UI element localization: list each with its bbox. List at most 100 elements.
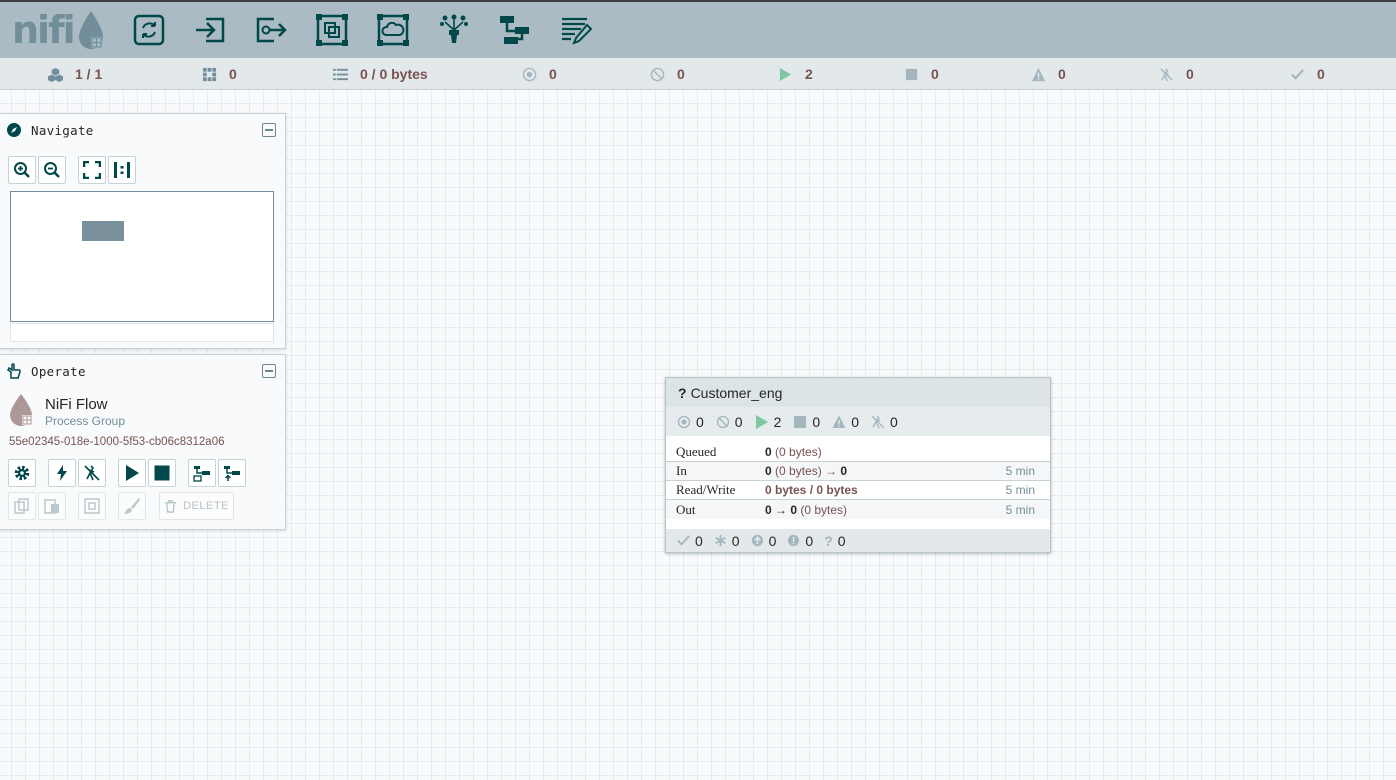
stop-button[interactable] xyxy=(148,459,176,487)
processor-icon xyxy=(133,14,165,46)
process-group-versions: 0 0 0 0 ? 0 xyxy=(666,529,1050,552)
navigate-panel: Navigate xyxy=(0,113,286,349)
start-button[interactable] xyxy=(118,459,146,487)
cubes-icon xyxy=(47,66,63,82)
logo-drop-icon xyxy=(78,11,103,49)
pg-invalid: 0 xyxy=(832,414,859,430)
running-value: 2 xyxy=(805,66,813,82)
active-threads-value: 0 xyxy=(229,66,237,82)
process-group-drop-icon xyxy=(10,394,32,426)
pg-disabled: 0 xyxy=(871,414,898,430)
paste-button[interactable] xyxy=(38,492,66,520)
in-value: 0 (0 bytes) → 0 xyxy=(765,464,848,478)
actual-size-button[interactable] xyxy=(108,156,136,184)
process-group-stats-table: Queued 0 (0 bytes) In 0 (0 bytes) → 0 5 … xyxy=(666,443,1050,519)
output-port-icon xyxy=(256,17,287,43)
logo-text: nifi xyxy=(12,8,76,52)
operate-collapse-button[interactable] xyxy=(262,364,276,378)
stop-icon xyxy=(903,66,919,82)
out-row: Out 0 → 0 (0 bytes) 5 min xyxy=(666,500,1050,519)
group-button[interactable] xyxy=(78,492,106,520)
zoom-out-button[interactable] xyxy=(38,156,66,184)
transmitting-icon xyxy=(677,415,691,428)
delete-button[interactable]: DELETE xyxy=(159,492,234,520)
in-label: In xyxy=(676,463,687,478)
read-write-label: Read/Write xyxy=(676,482,736,497)
process-group-button[interactable] xyxy=(312,10,352,50)
pg-stopped: 0 xyxy=(793,414,820,430)
operate-header: Operate xyxy=(0,355,285,387)
list-icon xyxy=(332,66,348,82)
pg-running: 2 xyxy=(755,414,781,430)
expand-icon xyxy=(83,161,101,179)
stop-icon xyxy=(154,465,170,481)
navigate-header: Navigate xyxy=(0,114,285,146)
transmitting-icon xyxy=(521,66,537,82)
queued-label: Queued xyxy=(676,444,717,459)
read-write-value: 0 bytes / 0 bytes xyxy=(765,483,858,497)
warning-icon xyxy=(1030,66,1046,82)
birdseye-view[interactable] xyxy=(10,191,274,322)
funnel-button[interactable] xyxy=(434,10,474,50)
app-header: nifi xyxy=(0,0,1396,58)
flow-status-bar: 1 / 1 0 0 / 0 bytes 0 0 2 0 0 0 0 xyxy=(0,58,1396,90)
processor-button[interactable] xyxy=(129,10,169,50)
template-button[interactable] xyxy=(495,10,535,50)
out-time: 5 min xyxy=(1005,502,1035,517)
process-group-header: ? Customer_eng xyxy=(666,378,1050,407)
fit-button[interactable] xyxy=(78,156,106,184)
transmitting-status: 0 xyxy=(521,58,557,90)
copy-icon xyxy=(14,498,29,514)
operate-panel: Operate NiFi Flow Process Group 55e02345… xyxy=(0,354,286,530)
output-port-button[interactable] xyxy=(251,10,291,50)
input-port-icon xyxy=(196,17,225,43)
queued-value: 0 / 0 bytes xyxy=(360,66,428,82)
invalid-status: 0 xyxy=(1030,58,1066,90)
asterisk-icon xyxy=(715,534,726,547)
navigate-title: Navigate xyxy=(31,122,94,138)
delete-label: DELETE xyxy=(183,500,229,512)
create-template-button[interactable] xyxy=(188,459,216,487)
queued-value: 0 (0 bytes) xyxy=(765,445,822,459)
color-button[interactable] xyxy=(118,492,146,520)
cluster-value: 1 / 1 xyxy=(75,66,103,82)
play-icon xyxy=(777,66,793,82)
zoom-in-icon xyxy=(14,162,30,178)
template-icon xyxy=(500,16,529,44)
process-group-name: Customer_eng xyxy=(690,384,783,401)
out-label: Out xyxy=(676,501,696,517)
disabled-icon xyxy=(871,415,885,428)
read-write-time: 5 min xyxy=(1005,483,1035,497)
disable-button[interactable] xyxy=(78,459,106,487)
configure-button[interactable] xyxy=(8,459,36,487)
queued-status: 0 / 0 bytes xyxy=(332,58,428,90)
check-icon xyxy=(677,535,690,546)
label-button[interactable] xyxy=(556,10,596,50)
birdseye-scrollbar xyxy=(10,323,274,342)
zoom-in-button[interactable] xyxy=(8,156,36,184)
upload-template-button[interactable] xyxy=(218,459,246,487)
remote-process-group-icon xyxy=(377,14,409,46)
label-icon xyxy=(562,17,593,45)
pg-transmitting: 0 xyxy=(677,414,704,430)
read-write-row: Read/Write 0 bytes / 0 bytes 5 min xyxy=(666,481,1050,500)
operate-title: Operate xyxy=(31,363,86,379)
remote-process-group-button[interactable] xyxy=(373,10,413,50)
disabled-value: 0 xyxy=(1186,66,1194,82)
queued-row: Queued 0 (0 bytes) xyxy=(666,443,1050,462)
cluster-status: 1 / 1 xyxy=(47,58,102,90)
up-to-date-status: 0 xyxy=(1289,58,1325,90)
input-port-button[interactable] xyxy=(190,10,230,50)
selected-component-id: 55e02345-018e-1000-5f53-cb06c8312a06 xyxy=(9,436,225,448)
pg-up-to-date: 0 xyxy=(677,533,703,549)
navigate-collapse-button[interactable] xyxy=(262,123,276,137)
question-icon: ? xyxy=(824,532,833,549)
pg-stale: 0 xyxy=(751,533,776,549)
threads-icon xyxy=(201,66,217,82)
enable-button[interactable] xyxy=(48,459,76,487)
copy-button[interactable] xyxy=(8,492,36,520)
create-template-icon xyxy=(193,466,210,482)
process-group-component[interactable]: ? Customer_eng 0 0 2 0 0 0 Queued 0 (0 b… xyxy=(665,377,1051,553)
trash-icon xyxy=(165,499,177,513)
pg-modified-stale: 0 xyxy=(787,533,813,549)
